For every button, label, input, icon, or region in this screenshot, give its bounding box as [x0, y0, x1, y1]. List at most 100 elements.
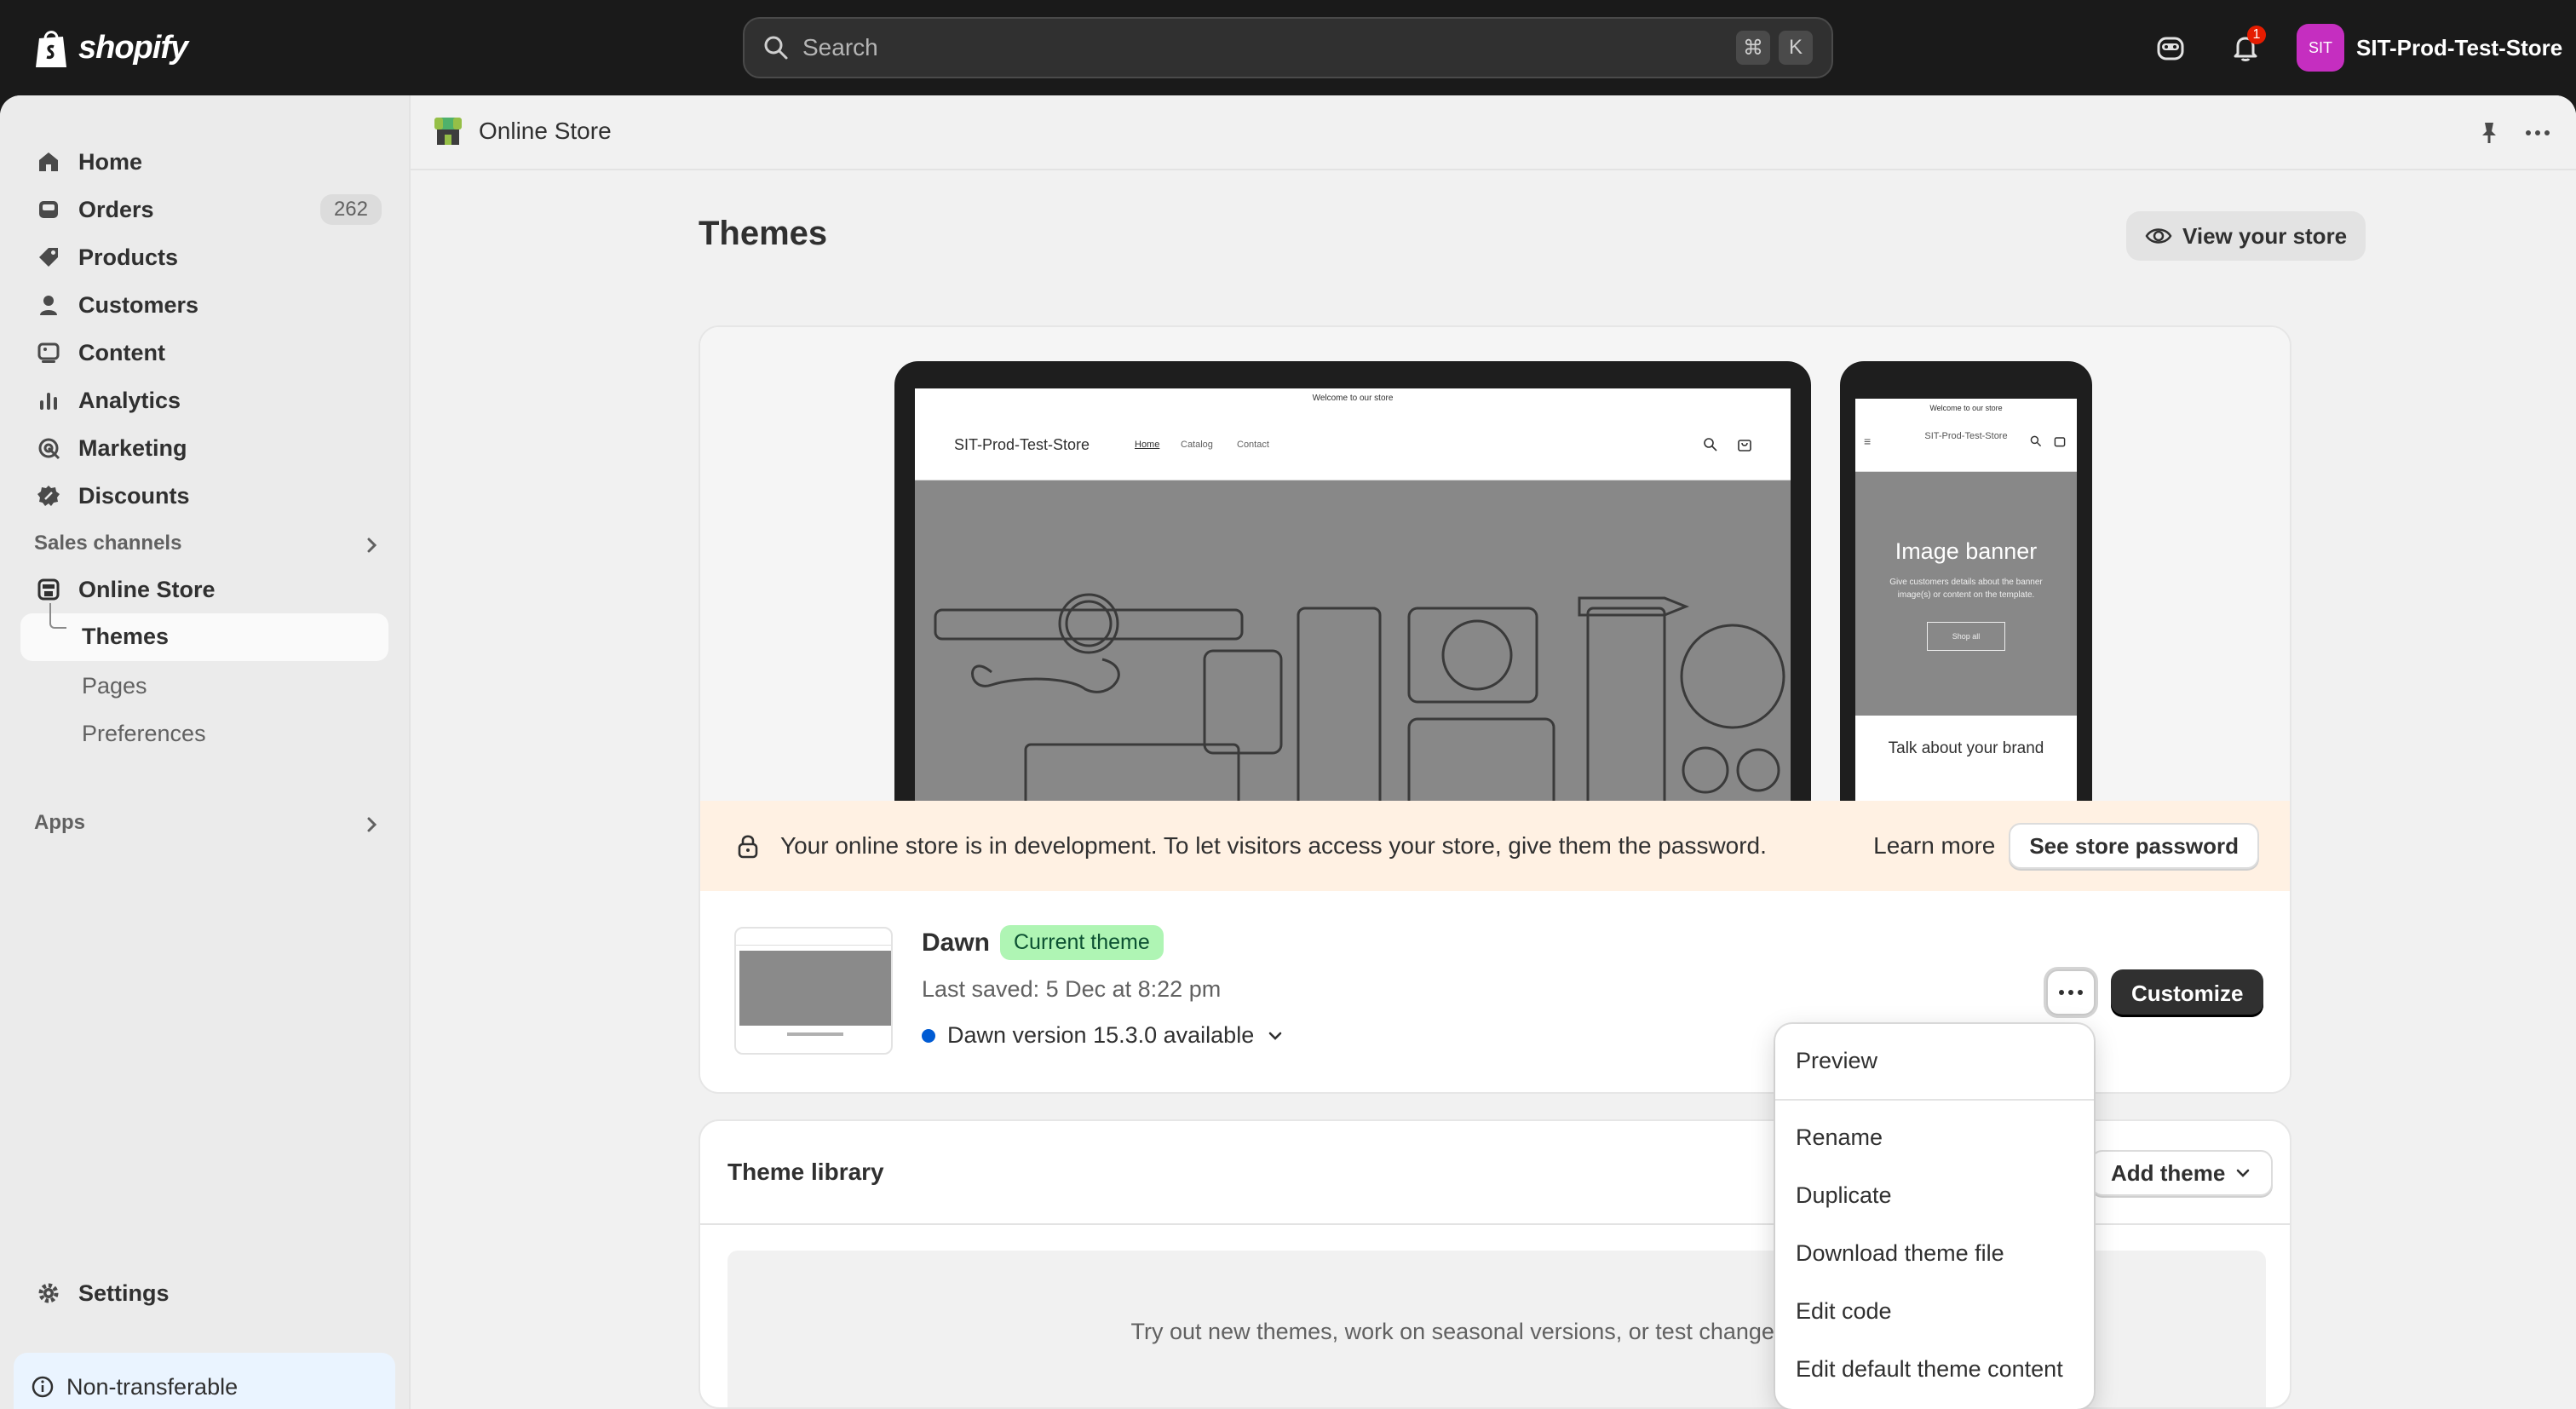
mini-cart-icon [2054, 437, 2066, 447]
main-content: Online Store Themes View your store Welc… [409, 95, 2576, 1409]
tree-connector [49, 603, 66, 629]
shortcut-k-key: K [1779, 31, 1813, 65]
theme-version-dropdown[interactable]: Dawn version 15.3.0 available [922, 1022, 1285, 1049]
theme-thumbnail[interactable] [734, 927, 893, 1055]
more-horizontal-icon[interactable] [2523, 119, 2552, 147]
top-bar: shopify Search ⌘ K 1 SIT SIT-Prod-Test-S… [0, 0, 2576, 95]
desktop-preview-frame: Welcome to our store SIT-Prod-Test-Store… [894, 361, 1811, 838]
gear-icon [34, 1279, 63, 1308]
menu-item-preview[interactable]: Preview [1796, 1048, 1877, 1074]
person-icon [34, 290, 63, 319]
sidebar-item-orders[interactable]: Orders 262 [20, 186, 388, 233]
shopify-logo[interactable]: shopify [32, 22, 188, 73]
more-horizontal-icon [2059, 990, 2083, 995]
sidebar-item-discounts[interactable]: Discounts [20, 472, 388, 520]
sidebar-item-label: Settings [78, 1280, 170, 1306]
sidebar-item-online-store[interactable]: Online Store [20, 566, 388, 613]
sidebar-item-label: Marketing [78, 434, 187, 461]
last-saved-text: Last saved: 5 Dec at 8:22 pm [922, 976, 1222, 1002]
mobile-store-header: SIT-Prod-Test-Store ≡ [1855, 417, 2077, 472]
info-icon [32, 1376, 54, 1398]
sidebar-item-settings[interactable]: Settings [20, 1269, 388, 1317]
mini-cart-icon [1738, 440, 1751, 451]
shopify-bag-icon [36, 31, 66, 67]
home-icon [34, 147, 63, 176]
thumbnail-banner [739, 951, 891, 1026]
theme-version-label: Dawn version 15.3.0 available [947, 1022, 1255, 1048]
sidebar-item-content[interactable]: Content [20, 329, 388, 377]
see-store-password-button[interactable]: See store password [2009, 823, 2259, 869]
desktop-store-name: SIT-Prod-Test-Store [954, 436, 1090, 453]
mini-search-icon [1704, 438, 1717, 451]
notifications-button[interactable]: 1 [2222, 24, 2269, 72]
sales-channels-heading[interactable]: Sales channels [34, 532, 181, 555]
search-input[interactable]: Search [802, 34, 1728, 61]
storefront-icon [34, 575, 63, 604]
theme-library-title: Theme library [727, 1159, 884, 1185]
sidebar-item-label: Home [78, 148, 143, 175]
development-banner-text: Your online store is in development. To … [780, 832, 1767, 859]
orders-count-badge: 262 [319, 194, 382, 225]
sidebar-item-home[interactable]: Home [20, 138, 388, 186]
mobile-talk-about-brand: Talk about your brand [1888, 739, 2044, 757]
app-shell: Home Orders 262 Products Customers Conte… [0, 95, 2576, 1409]
chevron-right-icon[interactable] [361, 535, 382, 555]
notification-count-badge: 1 [2247, 26, 2266, 44]
pin-icon[interactable] [2475, 119, 2503, 147]
sidekick-icon [2157, 37, 2184, 60]
theme-actions-button[interactable] [2046, 969, 2096, 1015]
menu-item-download-theme-file[interactable]: Download theme file [1796, 1240, 2004, 1267]
learn-more-link[interactable]: Learn more [1873, 832, 1995, 860]
tag-icon [34, 243, 63, 272]
non-transferable-notice[interactable]: Non-transferable [14, 1353, 395, 1409]
sidebar: Home Orders 262 Products Customers Conte… [0, 95, 409, 1409]
thumbnail-header [736, 934, 891, 946]
sidebar-item-analytics[interactable]: Analytics [20, 377, 388, 424]
sidebar-item-label: Analytics [78, 387, 181, 413]
add-theme-label: Add theme [2111, 1159, 2226, 1186]
sidekick-button[interactable] [2147, 24, 2194, 72]
store-avatar: SIT [2297, 24, 2344, 72]
apps-heading[interactable]: Apps [34, 811, 85, 835]
sidebar-item-label: Content [78, 339, 165, 365]
sidebar-item-customers[interactable]: Customers [20, 281, 388, 329]
chevron-down-icon [1268, 1032, 1282, 1040]
view-your-store-button[interactable]: View your store [2126, 211, 2366, 261]
theme-actions-menu: Preview Rename Duplicate Download theme … [1775, 1024, 2094, 1409]
mobile-preview-frame: Welcome to our store SIT-Prod-Test-Store… [1840, 361, 2092, 838]
desktop-announcement: Welcome to our store [1312, 394, 1394, 403]
product-illustration [934, 593, 1785, 838]
customize-button[interactable]: Customize [2111, 969, 2264, 1017]
desktop-store-header: SIT-Prod-Test-Store Home Catalog Contact [915, 411, 1791, 480]
menu-item-duplicate[interactable]: Duplicate [1796, 1182, 1892, 1209]
desktop-nav-home: Home [1135, 440, 1160, 450]
mobile-banner-title: Image banner [1895, 538, 2038, 564]
sidebar-item-products[interactable]: Products [20, 233, 388, 281]
sidebar-item-themes-label[interactable]: Themes [82, 624, 169, 650]
sidebar-item-themes[interactable] [20, 613, 388, 661]
theme-name: Dawn [922, 929, 991, 957]
menu-item-rename[interactable]: Rename [1796, 1124, 1883, 1151]
add-theme-button[interactable]: Add theme [2090, 1150, 2274, 1196]
image-icon [34, 338, 63, 367]
mini-search-icon [2030, 435, 2042, 447]
menu-item-edit-code[interactable]: Edit code [1796, 1298, 1892, 1325]
sidebar-item-label: Discounts [78, 482, 190, 509]
lock-icon [738, 835, 758, 859]
target-icon [34, 434, 63, 463]
search-bar[interactable]: Search ⌘ K [743, 17, 1833, 78]
thumbnail-text-line [787, 1032, 843, 1036]
desktop-nav-catalog: Catalog [1181, 440, 1213, 450]
sidebar-item-label: Customers [78, 291, 199, 318]
menu-item-edit-default-theme-content[interactable]: Edit default theme content [1796, 1356, 2063, 1383]
sidebar-item-pages[interactable]: Pages [82, 673, 147, 699]
sidebar-item-marketing[interactable]: Marketing [20, 424, 388, 472]
store-switcher[interactable]: SIT SIT-Prod-Test-Store [2297, 22, 2562, 73]
chevron-right-icon[interactable] [361, 814, 382, 835]
mobile-image-banner: Image banner Give customers details abou… [1855, 472, 2077, 716]
page-header-title: Online Store [479, 118, 612, 144]
sidebar-item-preferences[interactable]: Preferences [82, 721, 206, 747]
desktop-preview-screen: Welcome to our store SIT-Prod-Test-Store… [915, 388, 1791, 838]
desktop-hero-image [915, 480, 1791, 838]
bar-chart-icon [34, 386, 63, 415]
